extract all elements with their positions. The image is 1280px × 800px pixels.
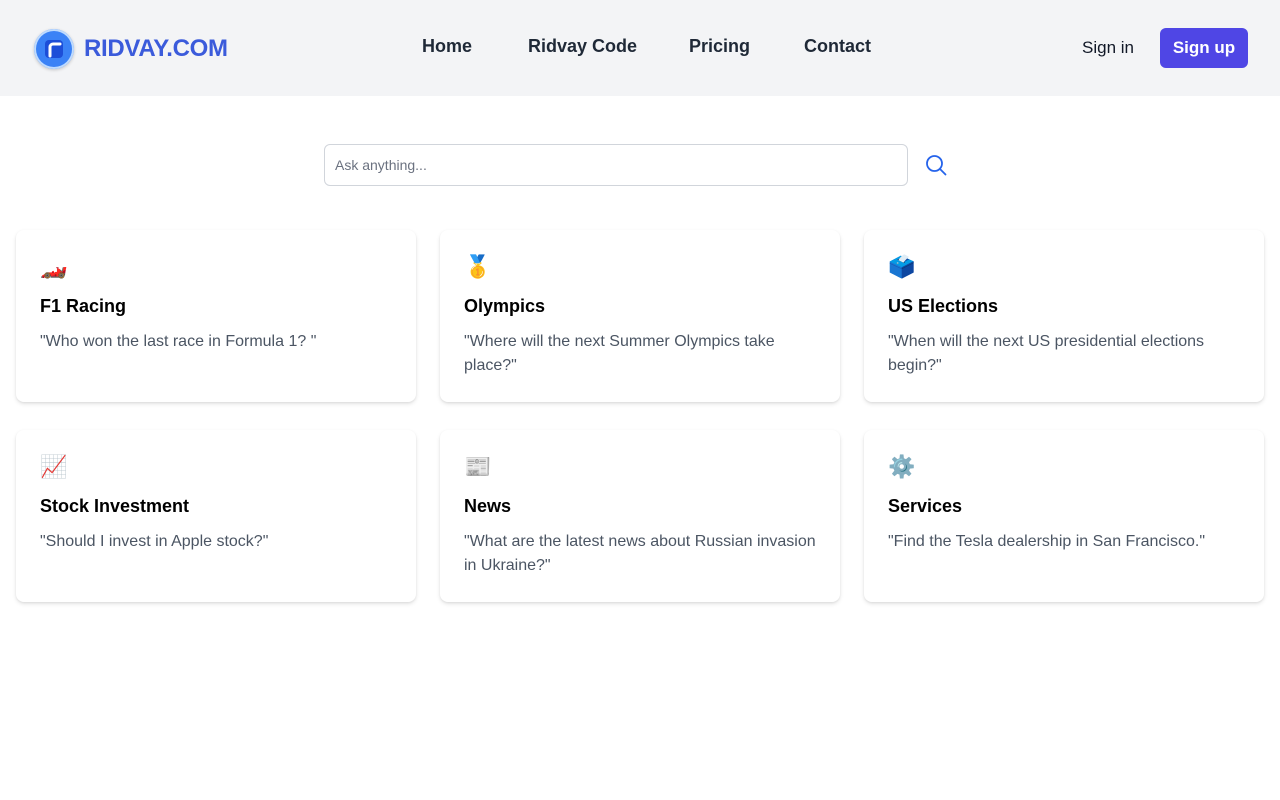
card-stock-investment[interactable]: 📈 Stock Investment "Should I invest in A… — [16, 430, 416, 602]
card-us-elections[interactable]: 🗳️ US Elections "When will the next US p… — [864, 230, 1264, 402]
card-query: "When will the next US presidential elec… — [888, 333, 1205, 374]
search-button[interactable] — [922, 152, 950, 180]
card-title: Services — [888, 496, 963, 516]
card-query: "Find the Tesla dealership in San Franci… — [888, 533, 1206, 550]
card-news[interactable]: 📰 News "What are the latest news about R… — [440, 430, 840, 602]
card-query: "Who won the last race in Formula 1? " — [40, 333, 317, 350]
card-olympics[interactable]: 🥇 Olympics "Where will the next Summer O… — [440, 230, 840, 402]
ballot-box-icon: 🗳️ — [888, 255, 916, 280]
card-query: "What are the latest news about Russian … — [464, 533, 816, 574]
card-f1-racing[interactable]: 🏎️ F1 Racing "Who won the last race in F… — [16, 230, 416, 402]
medal-icon: 🥇 — [464, 255, 492, 280]
nav-contact[interactable]: Contact — [804, 36, 871, 57]
card-services[interactable]: ⚙️ Services "Find the Tesla dealership i… — [864, 430, 1264, 602]
chart-increasing-icon: 📈 — [40, 455, 68, 480]
card-title: Stock Investment — [40, 496, 190, 516]
site-header: RIDVAY.COM Home Ridvay Code Pricing Cont… — [0, 0, 1280, 96]
card-title: US Elections — [888, 296, 999, 316]
card-title: F1 Racing — [40, 296, 127, 316]
sign-up-button[interactable]: Sign up — [1160, 28, 1248, 68]
search-icon — [926, 154, 947, 175]
card-title: Olympics — [464, 296, 546, 316]
nav-pricing[interactable]: Pricing — [689, 36, 750, 57]
card-query: "Where will the next Summer Olympics tak… — [464, 333, 775, 374]
race-car-icon: 🏎️ — [40, 255, 68, 280]
gear-icon: ⚙️ — [888, 455, 916, 480]
card-title: News — [464, 496, 512, 516]
search-input[interactable] — [324, 144, 908, 186]
newspaper-icon: 📰 — [464, 455, 492, 480]
sign-in-link[interactable]: Sign in — [1082, 38, 1134, 58]
nav-home[interactable]: Home — [422, 36, 472, 57]
nav-ridvay-code[interactable]: Ridvay Code — [528, 36, 637, 57]
card-query: "Should I invest in Apple stock?" — [40, 533, 269, 550]
